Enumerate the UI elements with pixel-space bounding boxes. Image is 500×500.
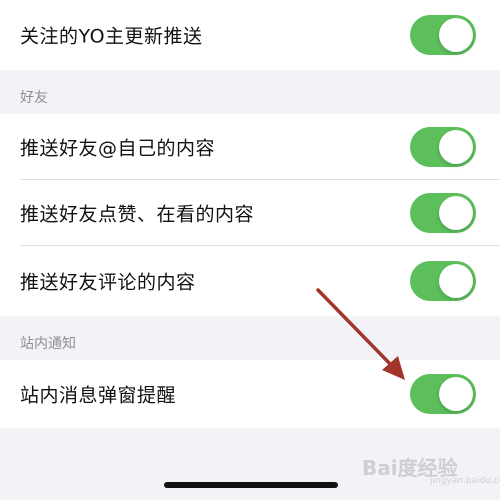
setting-row-friend-like[interactable]: 推送好友点赞、在看的内容 — [0, 180, 500, 246]
toggle-knob — [439, 196, 473, 230]
setting-label-follow-update: 关注的YO主更新推送 — [20, 25, 203, 48]
toggle-friend-like[interactable] — [410, 193, 476, 233]
toggle-follow-update[interactable] — [410, 15, 476, 55]
setting-row-site-popup[interactable]: 站内消息弹窗提醒 — [0, 360, 500, 428]
section-header-friends: 好友 — [20, 90, 48, 106]
setting-label-site-popup: 站内消息弹窗提醒 — [20, 384, 177, 407]
toggle-site-popup[interactable] — [410, 374, 476, 414]
setting-label-friend-like: 推送好友点赞、在看的内容 — [20, 203, 255, 226]
toggle-knob — [439, 18, 473, 52]
toggle-knob — [439, 130, 473, 164]
toggle-friend-comment[interactable] — [410, 261, 476, 301]
baidu-jingyan-watermark: Bai度经验 jingyan.baidu.com — [362, 446, 500, 492]
home-indicator[interactable] — [164, 482, 338, 488]
settings-screen: 关注的YO主更新推送 好友 推送好友@自己的内容 推送好友点赞、在看的内容 推送… — [0, 0, 500, 500]
setting-label-friend-comment: 推送好友评论的内容 — [20, 271, 196, 294]
watermark-subtext: jingyan.baidu.com — [430, 476, 500, 486]
toggle-knob — [439, 377, 473, 411]
setting-label-friend-at: 推送好友@自己的内容 — [20, 137, 216, 160]
toggle-friend-at[interactable] — [410, 127, 476, 167]
section-header-site-notice: 站内通知 — [20, 336, 76, 352]
setting-row-friend-comment[interactable]: 推送好友评论的内容 — [0, 246, 500, 316]
setting-row-follow-update[interactable]: 关注的YO主更新推送 — [0, 0, 500, 70]
setting-row-friend-at[interactable]: 推送好友@自己的内容 — [0, 114, 500, 180]
toggle-knob — [439, 264, 473, 298]
